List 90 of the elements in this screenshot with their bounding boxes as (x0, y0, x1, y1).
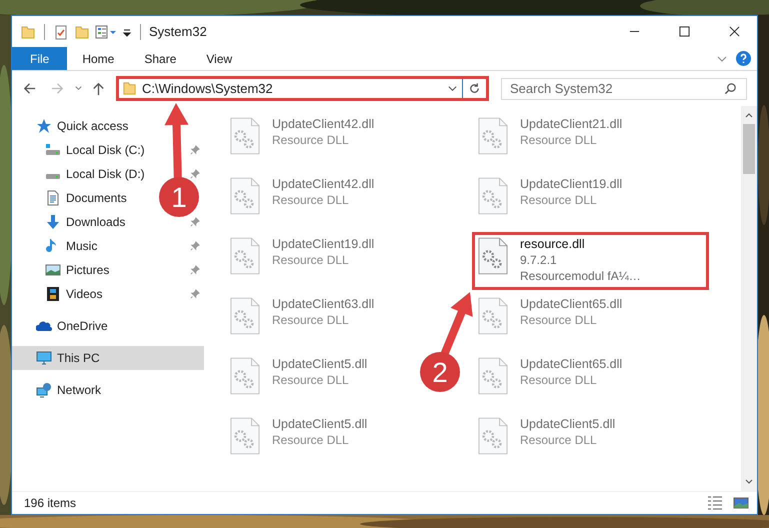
forward-arrow-icon[interactable] (50, 81, 65, 96)
folder-icon (122, 81, 137, 96)
step-badge: 2 (420, 352, 460, 392)
nav-item[interactable]: Local Disk (D:) (12, 162, 152, 186)
address-field[interactable]: C:\Windows\System32 (116, 76, 489, 101)
file-name[interactable]: UpdateClient42.dll (272, 116, 374, 132)
file-detail: Resource DLL (272, 192, 349, 208)
nav-item[interactable]: Downloads (12, 210, 152, 234)
file-detail: Resource DLL (520, 372, 597, 388)
search-field[interactable]: Search System32 (501, 78, 747, 100)
gear-file-icon[interactable] (230, 356, 260, 396)
file-name[interactable]: UpdateClient5.dll (520, 416, 616, 432)
back-arrow-icon[interactable] (22, 81, 37, 96)
gear-file-icon[interactable] (230, 236, 260, 276)
file-name[interactable]: UpdateClient65.dll (520, 296, 622, 312)
file-detail: Resource DLL (272, 312, 349, 328)
gear-file-icon[interactable] (478, 236, 508, 276)
file-name[interactable]: UpdateClient42.dll (272, 176, 374, 192)
nav-item[interactable]: Local Disk (C:) (12, 138, 152, 162)
window-title: System32 (149, 24, 207, 39)
film-icon (45, 286, 61, 302)
nav-item[interactable]: Pictures (12, 258, 152, 282)
gear-file-icon[interactable] (478, 416, 508, 456)
network-icon (36, 382, 52, 398)
up-arrow-icon[interactable] (91, 81, 106, 96)
pin-icon[interactable] (190, 217, 200, 227)
file-detail: 9.7.2.1 (520, 252, 557, 268)
maximize-icon[interactable] (679, 26, 690, 37)
pin-icon[interactable] (190, 145, 200, 155)
gear-file-icon[interactable] (230, 176, 260, 216)
scrollbar-thumb[interactable] (743, 124, 755, 174)
file-detail: Resource DLL (272, 252, 349, 268)
ribbon-tab[interactable]: View (191, 47, 248, 70)
file-name[interactable]: resource.dll (520, 236, 585, 252)
file-name[interactable]: UpdateClient5.dll (272, 356, 368, 372)
file-detail: Resource DLL (520, 192, 597, 208)
drive-icon (45, 142, 61, 158)
file-name[interactable]: UpdateClient65.dll (520, 356, 622, 372)
pin-icon[interactable] (190, 265, 200, 275)
pin-icon[interactable] (190, 169, 200, 179)
file-name[interactable]: UpdateClient19.dll (272, 236, 374, 252)
ribbon-tab[interactable]: Share (129, 47, 192, 70)
help-icon[interactable] (736, 51, 751, 66)
large-icons-view-icon[interactable] (733, 495, 749, 511)
gear-file-icon[interactable] (230, 296, 260, 336)
ribbon-tab[interactable]: Home (67, 47, 130, 70)
gear-file-icon[interactable] (478, 356, 508, 396)
folder-icon[interactable] (20, 24, 36, 40)
step-badge: 1 (159, 177, 199, 217)
gear-file-icon[interactable] (478, 176, 508, 216)
gear-file-icon[interactable] (478, 296, 508, 336)
pin-icon[interactable] (190, 241, 200, 251)
file-detail: Resource DLL (272, 372, 349, 388)
properties-icon[interactable] (95, 24, 117, 40)
drive-icon (45, 174, 61, 179)
details-view-icon[interactable] (707, 495, 723, 511)
gear-file-icon[interactable] (230, 416, 260, 456)
file-detail: Resource DLL (520, 312, 597, 328)
nav-item[interactable]: Music (12, 234, 152, 258)
file-detail: Resource DLL (272, 132, 349, 148)
file-name[interactable]: UpdateClient5.dll (272, 416, 368, 432)
checklist-icon[interactable] (53, 24, 69, 40)
nav-item[interactable]: Documents (12, 186, 152, 210)
gear-file-icon[interactable] (230, 116, 260, 156)
download-arrow-icon (45, 214, 61, 230)
monitor-icon (36, 350, 52, 366)
search-icon (724, 82, 737, 94)
file-detail: Resource DLL (272, 432, 349, 448)
pin-icon[interactable] (190, 289, 200, 299)
file-detail: Resourcemodul fA¼… (520, 268, 641, 284)
nav-item[interactable]: Quick access (12, 114, 204, 138)
folder-icon[interactable] (74, 24, 90, 40)
refresh-icon[interactable] (468, 82, 481, 95)
file-name[interactable]: UpdateClient63.dll (272, 296, 374, 312)
file-detail: Resource DLL (520, 432, 597, 448)
nav-item[interactable]: This PC (12, 346, 204, 370)
scrollbar[interactable] (741, 106, 757, 491)
nav-item[interactable]: OneDrive (12, 314, 204, 338)
chevron-down-icon[interactable] (74, 84, 83, 93)
file-name[interactable]: UpdateClient19.dll (520, 176, 622, 192)
gear-file-icon[interactable] (478, 116, 508, 156)
file-detail: Resource DLL (520, 132, 597, 148)
file-name[interactable]: UpdateClient21.dll (520, 116, 622, 132)
item-count: 196 items (24, 496, 76, 510)
image-icon (45, 262, 61, 278)
nav-item[interactable]: Network (12, 378, 204, 402)
close-icon[interactable] (729, 26, 740, 37)
star-icon (36, 118, 52, 134)
nav-item[interactable]: Videos (12, 282, 152, 306)
document-icon (45, 190, 61, 206)
